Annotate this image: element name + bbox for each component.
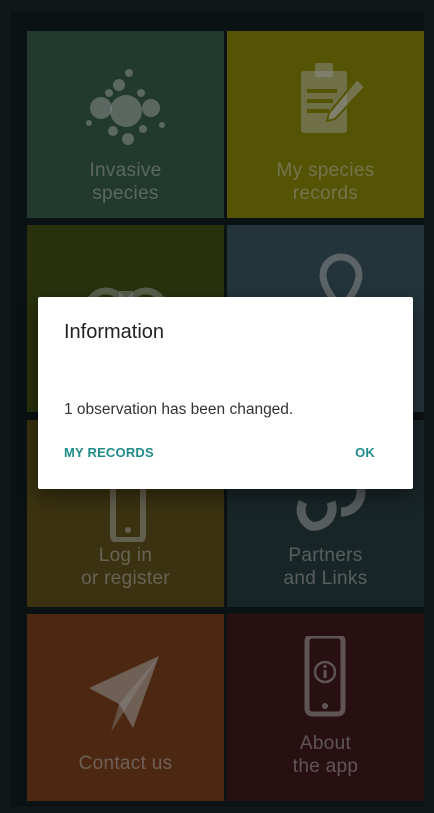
ok-button[interactable]: OK: [355, 445, 375, 460]
dialog-title: Information: [64, 321, 165, 343]
information-dialog: Information 1 observation has been chang…: [38, 297, 413, 489]
my-records-button[interactable]: MY RECORDS: [64, 445, 154, 460]
dialog-message: 1 observation has been changed.: [64, 401, 294, 418]
